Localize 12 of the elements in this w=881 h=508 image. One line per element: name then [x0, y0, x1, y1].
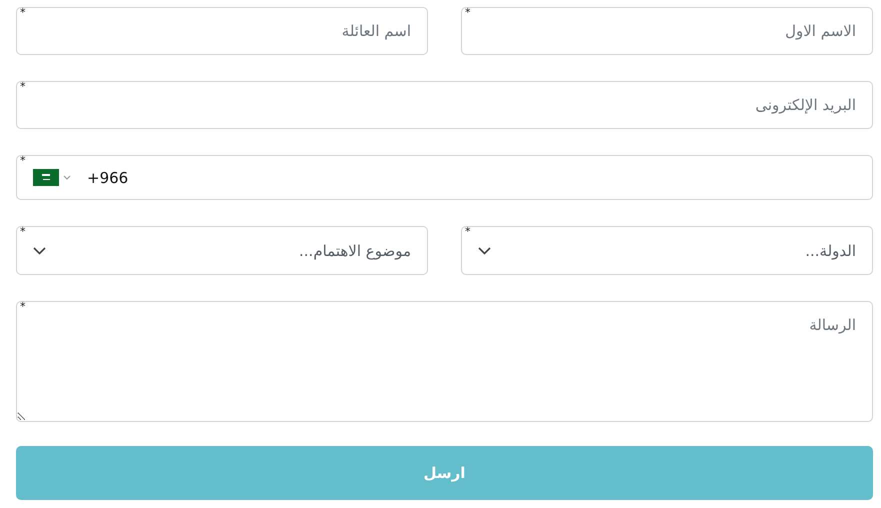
required-mark: *: [20, 301, 26, 312]
required-mark: *: [465, 226, 470, 237]
required-mark: *: [20, 7, 26, 18]
chevron-down-icon: [478, 246, 491, 254]
required-mark: *: [20, 226, 26, 237]
flag-icon[interactable]: [33, 169, 59, 186]
chevron-down-icon: [33, 246, 46, 254]
required-mark: *: [20, 155, 26, 166]
phone-input[interactable]: +966: [85, 168, 189, 188]
required-mark: *: [465, 7, 470, 18]
required-mark: *: [20, 81, 26, 92]
caret-icon[interactable]: [63, 174, 71, 180]
